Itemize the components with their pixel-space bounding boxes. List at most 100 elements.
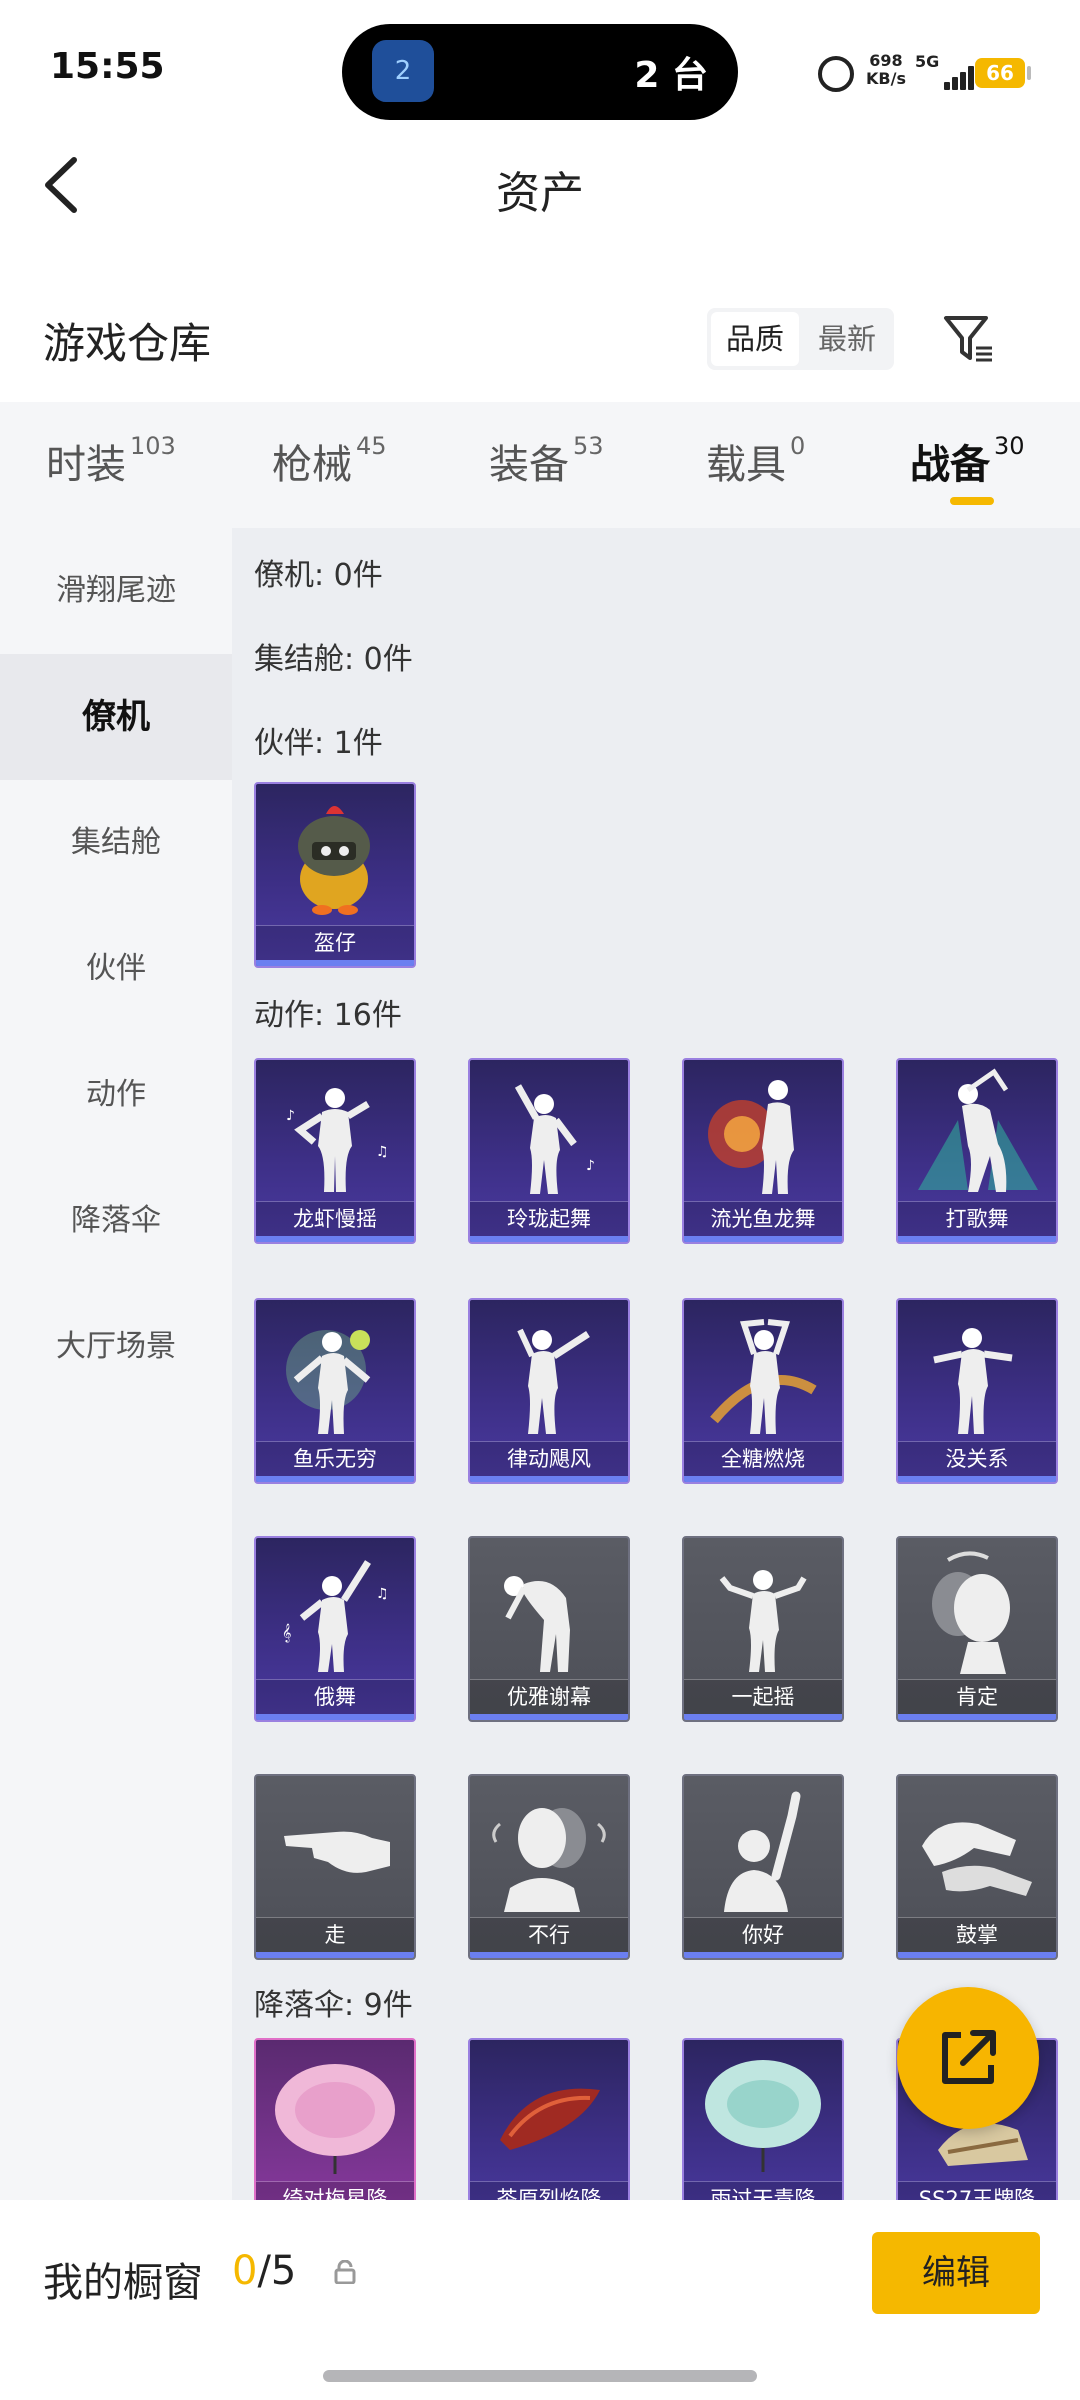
rarity-bar [256,1952,414,1958]
card-label: 茶原烈焰降 [470,2182,628,2200]
rarity-bar [684,1714,842,1720]
emote-card[interactable]: 鼓掌 [896,1774,1058,1960]
showcase-label: 我的橱窗 [43,2260,203,2306]
broadcast-app-icon: 2 [372,40,434,102]
tab-label: 装备 [489,442,569,488]
emote-card[interactable]: 不行 [468,1774,630,1960]
rarity-bar [684,1236,842,1242]
emote-card[interactable]: 鱼乐无穷 [254,1298,416,1484]
status-time: 15:55 [50,46,165,87]
red-parachute-icon [500,2088,600,2150]
island-badge: 2 [394,56,412,86]
card-label: 没关系 [898,1442,1056,1476]
share-fab[interactable] [897,1987,1039,2129]
card-label: 俄舞 [256,1680,414,1714]
rarity-bar [256,1236,414,1242]
item-grid-area[interactable]: 僚机: 0件 集结舱: 0件 伙伴: 1件 盔仔 动作: 16件 ♪ ♫ 龙虾慢摇… [232,528,1080,2200]
emote-card[interactable]: 𝄞 ♫ 俄舞 [254,1536,416,1722]
emote-card[interactable]: 肯定 [896,1536,1058,1722]
parachute-card[interactable]: 雨过天青降 [682,2038,844,2200]
rarity-bar [470,1714,628,1720]
tab-combat-gear[interactable]: 战备 30 [910,432,1025,490]
sidebar-item-parachute[interactable]: 降落伞 [0,1158,232,1284]
battery-icon: 66 [975,58,1025,88]
section-header-parachute: 降落伞: 9件 [254,1988,413,2023]
fire-dragon-dancer-icon [708,1080,794,1194]
emote-card[interactable]: 一起摇 [682,1536,844,1722]
lock-icon [334,2260,356,2284]
rarity-bar [684,1952,842,1958]
card-label: 鱼乐无穷 [256,1442,414,1476]
tab-equipment[interactable]: 装备 53 [489,432,604,490]
rarity-bar [470,1476,628,1482]
emote-card[interactable]: ♪ ♫ 龙虾慢摇 [254,1058,416,1244]
edit-button[interactable]: 编辑 [872,2232,1040,2314]
filter-icon [944,316,992,362]
card-label: 龙虾慢摇 [256,1202,414,1236]
filter-button[interactable] [942,312,996,366]
network-speed-value: 698 [869,51,903,70]
tab-fashion[interactable]: 时装 103 [46,432,176,490]
signal-icon [936,62,980,90]
showcase-bar: 我的橱窗 0/5 编辑 [0,2200,1080,2400]
card-label: 绮对梅星降 [256,2182,414,2200]
emote-card[interactable]: ♪ 玲珑起舞 [468,1058,630,1244]
rarity-bar [898,1714,1056,1720]
rarity-bar [470,1236,628,1242]
section-header-companion: 伙伴: 1件 [254,726,383,761]
card-label: 雨过天青降 [684,2182,842,2200]
parachute-card[interactable]: 绮对梅星降 [254,2038,416,2200]
emote-card[interactable]: 全糖燃烧 [682,1298,844,1484]
emote-card[interactable]: 律动飓风 [468,1298,630,1484]
tab-label: 战备 [910,442,990,488]
parachute-card[interactable]: 茶原烈焰降 [468,2038,630,2200]
showcase-total: /5 [257,2248,297,2294]
sidebar-item-pod[interactable]: 集结舱 [0,780,232,906]
tab-count: 45 [356,432,387,460]
svg-text:𝄞: 𝄞 [282,1623,291,1643]
sort-newest-button[interactable]: 最新 [803,312,891,366]
pink-parachute-icon [275,2064,395,2174]
tab-count: 53 [573,432,604,460]
card-label: 打歌舞 [898,1202,1056,1236]
companion-card[interactable]: 盔仔 [254,782,416,968]
emote-card[interactable]: 优雅谢幕 [468,1536,630,1722]
dynamic-island[interactable]: 2 2 台 [342,24,738,120]
nodding-head-icon [932,1551,1010,1674]
tab-vehicles[interactable]: 载具 0 [706,432,805,490]
card-label: 你好 [684,1918,842,1952]
sidebar-item-glide-trail[interactable]: 滑翔尾迹 [0,528,232,654]
share-external-icon [942,2030,996,2084]
rarity-bar [684,1476,842,1482]
sidebar-item-wingman[interactable]: 僚机 [0,654,232,780]
waving-figure-icon [724,1791,801,1912]
card-label: 盔仔 [256,926,414,960]
dancer-figure-icon: 𝄞♫ [282,1560,389,1672]
rarity-bar [256,960,414,966]
emote-card[interactable]: 没关系 [896,1298,1058,1484]
dancer-figure-icon: ♪ [514,1084,595,1194]
home-indicator[interactable] [323,2370,757,2382]
status-bar: 15:55 2 2 台 698 KB/s 5G 66 [0,0,1080,140]
active-tab-indicator [950,497,994,505]
sort-quality-button[interactable]: 品质 [711,312,799,366]
showcase-count: 0/5 [232,2248,296,2294]
tab-guns[interactable]: 枪械 45 [272,432,387,490]
emote-card[interactable]: 流光鱼龙舞 [682,1058,844,1244]
sidebar-item-lobby-scene[interactable]: 大厅场景 [0,1284,232,1410]
emote-card[interactable]: 打歌舞 [896,1058,1058,1244]
helmet-chick-icon [298,806,370,915]
song-dancer-icon [918,1068,1038,1192]
alarm-icon [818,56,854,92]
tab-label: 枪械 [272,442,352,488]
section-header-emotes: 动作: 16件 [254,998,402,1033]
emote-card[interactable]: 走 [254,1774,416,1960]
emote-card[interactable]: 你好 [682,1774,844,1960]
bowing-figure-icon [504,1576,570,1672]
sidebar-item-companion[interactable]: 伙伴 [0,906,232,1032]
tab-label: 载具 [706,442,786,488]
sidebar-item-emotes[interactable]: 动作 [0,1032,232,1158]
rarity-bar [256,1476,414,1482]
clapping-hands-icon [922,1822,1032,1896]
pointing-hand-icon [284,1831,390,1873]
